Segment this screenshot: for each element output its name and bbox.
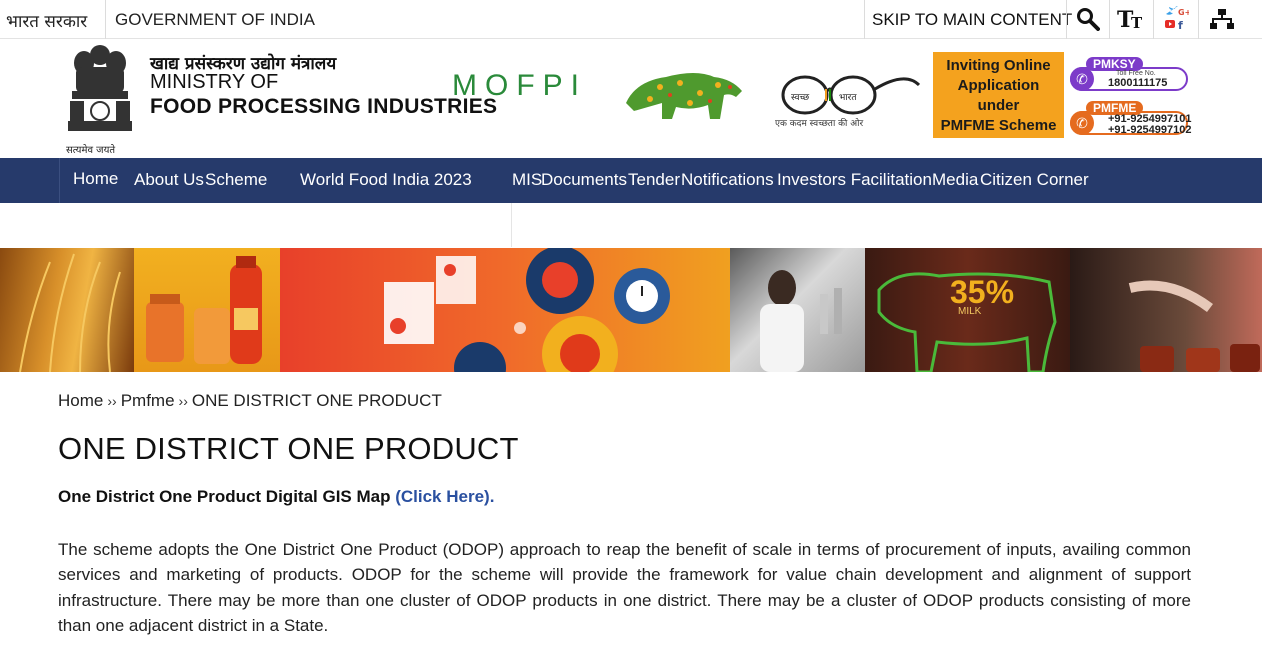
- promo-line: PMFME Scheme: [940, 117, 1057, 134]
- site-header: सत्यमेव जयते खाद्य प्रसंस्करण उद्योग मंत…: [0, 39, 1262, 158]
- phone-icon: ✆: [1070, 111, 1094, 135]
- nav-world-food-india-2023[interactable]: World Food India 2023: [300, 170, 472, 190]
- mofpi-logo-text: MOFPI: [452, 69, 587, 102]
- promo-line: Inviting Online: [946, 57, 1051, 74]
- nav-mis[interactable]: MIS: [512, 170, 542, 190]
- banner-jam-image: [1070, 248, 1262, 372]
- divider: [1153, 0, 1154, 39]
- helpline-number: 1800111175: [1108, 77, 1168, 89]
- nav-notifications[interactable]: Notifications: [681, 170, 774, 190]
- svg-text:G+: G+: [1178, 8, 1189, 17]
- text-size-icon[interactable]: TT: [1116, 4, 1148, 34]
- promo-line: Application: [957, 77, 1040, 94]
- social-media-icon[interactable]: G+ f: [1160, 4, 1192, 34]
- breadcrumb: Home ›› Pmfme ›› ONE DISTRICT ONE PRODUCT: [58, 391, 442, 411]
- bharat-sarkar-label[interactable]: भारत सरकार: [6, 9, 87, 32]
- mofpi-logo[interactable]: MOFPI: [452, 69, 587, 103]
- nav-home[interactable]: Home: [73, 169, 118, 189]
- breadcrumb-separator: ››: [178, 393, 188, 409]
- emblem-caption: सत्यमेव जयते: [66, 145, 116, 156]
- breadcrumb-home-link[interactable]: Home: [58, 391, 103, 410]
- gis-map-link[interactable]: (Click Here).: [395, 487, 494, 506]
- nav-tender[interactable]: Tender: [628, 170, 680, 190]
- svg-text:भारत: भारत: [839, 93, 857, 103]
- divider: [105, 0, 106, 39]
- divider: [1109, 0, 1110, 39]
- nav-about-us[interactable]: About Us: [134, 170, 204, 190]
- gis-map-label: One District One Product Digital GIS Map: [58, 487, 396, 506]
- government-of-india-label[interactable]: GOVERNMENT OF INDIA: [115, 10, 315, 30]
- page-title: ONE DISTRICT ONE PRODUCT: [58, 431, 519, 466]
- nav-documents[interactable]: Documents: [541, 170, 627, 190]
- sitemap-icon[interactable]: [1206, 4, 1238, 34]
- banner-lab-image: [730, 248, 865, 372]
- main-navigation: Home About Us Scheme World Food India 20…: [0, 158, 1262, 203]
- pmfme-promo-banner[interactable]: Inviting Online Application under PMFME …: [933, 52, 1064, 138]
- helpline-numbers: +91-9254997101 +91-9254997102: [1108, 113, 1192, 136]
- breadcrumb-current: ONE DISTRICT ONE PRODUCT: [191, 391, 442, 410]
- breadcrumb-pmfme-link[interactable]: Pmfme: [121, 391, 175, 410]
- banner-graphics-image: [280, 248, 730, 372]
- pmksy-helpline[interactable]: PMKSY ✆ Toll Free No. 1800111175: [1070, 57, 1188, 91]
- ministry-name-line2: FOOD PROCESSING INDUSTRIES: [150, 95, 498, 118]
- nav-scheme[interactable]: Scheme: [205, 170, 267, 190]
- pmfme-helpline[interactable]: PMFME ✆ +91-9254997101 +91-9254997102: [1070, 101, 1192, 136]
- divider: [511, 203, 512, 247]
- make-in-india-lion-icon[interactable]: [620, 65, 748, 125]
- promo-line: under: [977, 97, 1020, 114]
- nav-media[interactable]: Media: [932, 170, 978, 190]
- banner-wheat-image: [0, 248, 134, 372]
- svg-text:f: f: [1178, 19, 1183, 32]
- nav-investors-facilitation[interactable]: Investors Facilitation: [777, 170, 932, 190]
- divider: [1066, 0, 1067, 39]
- gis-map-line: One District One Product Digital GIS Map…: [58, 487, 494, 507]
- search-icon[interactable]: [1072, 4, 1104, 34]
- hero-banner: 35% MILK: [0, 248, 1262, 372]
- pmksy-tag: PMKSY: [1086, 57, 1143, 71]
- gov-top-bar: भारत सरकार GOVERNMENT OF INDIA SKIP TO M…: [0, 0, 1262, 39]
- divider: [864, 0, 865, 39]
- breadcrumb-separator: ››: [107, 393, 117, 409]
- svg-text:T: T: [1131, 14, 1143, 30]
- nav-divider: [59, 158, 60, 203]
- national-emblem-icon[interactable]: [62, 41, 138, 157]
- swachh-tagline: एक कदम स्वच्छता की ओर: [775, 119, 864, 129]
- toll-free-label: Toll Free No.: [1116, 70, 1156, 77]
- milk-stat-label: MILK: [958, 306, 982, 317]
- phone-icon: ✆: [1070, 67, 1094, 91]
- odop-description: The scheme adopts the One District One P…: [58, 540, 1191, 635]
- banner-jars-image: [134, 248, 280, 372]
- skip-to-main-content-link[interactable]: SKIP TO MAIN CONTENT: [872, 10, 1072, 30]
- svg-text:स्वच्छ: स्वच्छ: [791, 93, 810, 103]
- ministry-name-line1: MINISTRY OF: [150, 71, 279, 93]
- nav-citizen-corner[interactable]: Citizen Corner: [980, 170, 1089, 190]
- divider: [1198, 0, 1199, 39]
